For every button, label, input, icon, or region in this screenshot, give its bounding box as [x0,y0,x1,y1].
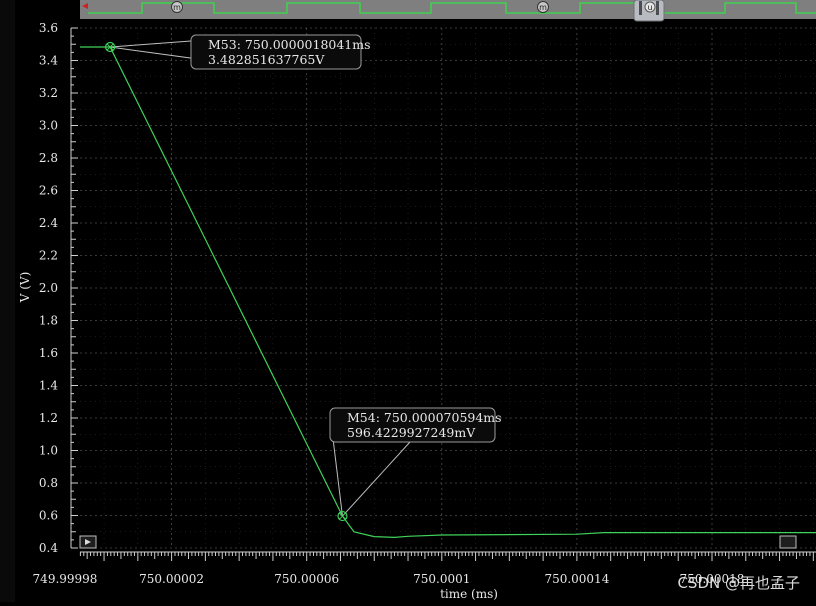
scroll-right-button[interactable] [779,535,797,549]
y-tick-label: 2.2 [39,249,58,263]
y-tick-label: 0.6 [39,509,58,523]
waveform-chart[interactable]: m m u M53: 750.0000018041ms3.48285163776… [0,0,816,602]
y-axis-label: V (V) [18,272,32,304]
y-axis: 0.4 0.6 0.8 1.0 1.2 1.4 1.6 1.8 2.0 2.2 2.4 2.6 2.8 3… [39,21,78,555]
x-tick-label: 750.00014 [544,572,609,586]
y-tick-label: 3.0 [39,119,58,133]
timeline-marker-m54[interactable]: m [537,1,549,13]
watermark: CSDN @再也孟子 [677,574,800,592]
y-tick-label: 0.8 [39,476,58,490]
timeline-marker-badge: m [173,3,181,12]
timeline-marker-m53[interactable]: m [171,1,183,13]
y-tick-label: 3.2 [39,86,58,100]
y-tick-label: 3.6 [39,21,58,35]
marker-value: 3.482851637765V [208,52,325,67]
y-tick-label: 1.0 [39,444,58,458]
marker-value: 596.4229927249mV [347,425,476,440]
y-tick-label: 1.8 [39,314,58,328]
plot-area[interactable]: M53: 750.0000018041ms3.482851637765V M54:… [80,27,816,549]
y-tick-label: 0.4 [39,541,58,555]
timeline-marker-badge: m [539,3,547,12]
timeline-zoom-handle[interactable]: u [633,0,665,22]
x-tick-label: 750.00002 [139,572,204,586]
x-tick-label: 750.00006 [274,572,339,586]
marker-label: M54: 750.000070594ms [347,410,502,425]
waveform-viewer: m m u M53: 750.0000018041ms 3.48285163776… [0,0,816,602]
x-axis-label: time (ms) [440,587,498,601]
left-panel-edge [0,0,15,602]
marker-label: M53: 750.0000018041ms [208,37,371,52]
y-tick-label: 1.2 [39,411,58,425]
x-tick-label: 750.0001 [413,572,470,586]
timeline-overview-bar[interactable]: m m u [80,0,816,22]
y-tick-label: 2.8 [39,151,58,165]
scroll-left-button[interactable] [79,535,97,549]
y-tick-label: 2.6 [39,184,58,198]
y-tick-label: 3.4 [39,54,58,68]
y-tick-label: 2.4 [39,216,58,230]
y-tick-label: 2.0 [39,281,58,295]
y-tick-label: 1.4 [39,379,58,393]
timeline-cursor-badge: u [647,3,652,12]
x-tick-label: 749.99998 [33,572,98,586]
y-tick-label: 1.6 [39,346,58,360]
